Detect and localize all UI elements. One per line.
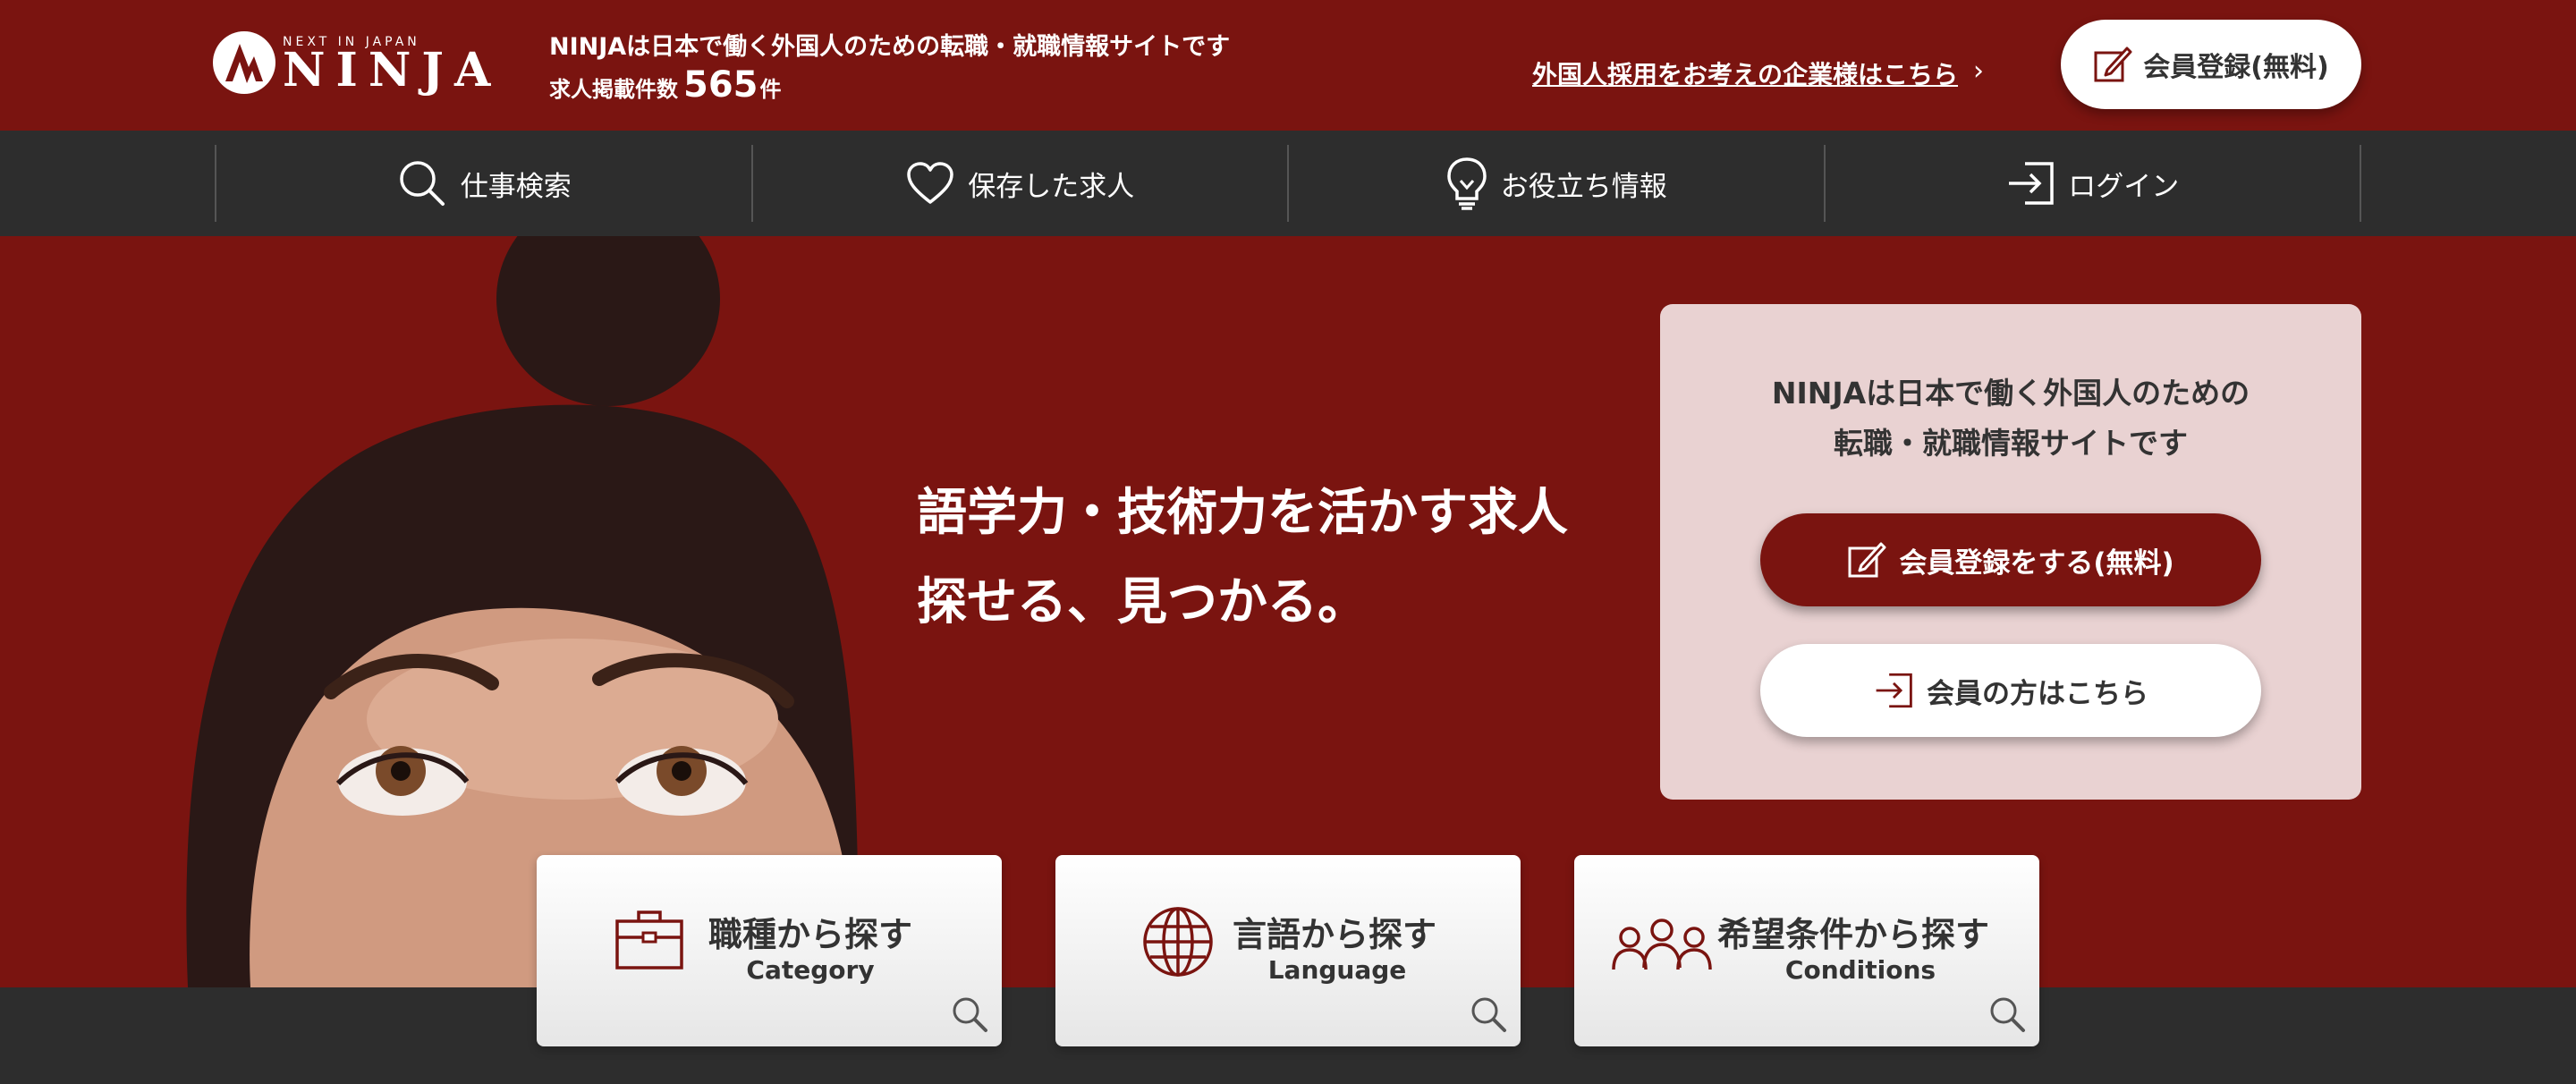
tile-subtitle: Conditions	[1784, 955, 1936, 985]
employer-link[interactable]: 外国人採用をお考えの企業様はこちら	[1532, 55, 1958, 91]
signup-card-text-line2: 転職・就職情報サイトです	[1834, 426, 2188, 461]
search-icon	[400, 161, 445, 206]
signup-button-label: 会員登録をする(無料)	[1899, 546, 2174, 580]
site-header: NEXT IN JAPAN NINJA NINJAは日本で働く外国人のための転職…	[0, 0, 2576, 131]
member-login-button-label: 会員の方はこちら	[1927, 677, 2148, 710]
job-count-unit: 件	[759, 77, 782, 102]
search-icon	[1990, 997, 2025, 1032]
chevron-right-icon: ›	[1973, 55, 1984, 87]
signup-card-text: NINJAは日本で働く外国人のための 転職・就職情報サイトです	[1660, 368, 2361, 469]
logo-mark-icon	[213, 31, 275, 94]
signup-card: NINJAは日本で働く外国人のための 転職・就職情報サイトです 会員登録をする(…	[1660, 304, 2361, 800]
nav-item-label: 仕事検索	[460, 170, 572, 203]
nav-item-saved-jobs[interactable]: 保存した求人	[753, 145, 1289, 222]
member-login-button[interactable]: 会員の方はこちら	[1760, 644, 2261, 737]
lightbulb-icon	[1446, 157, 1487, 210]
signup-card-text-line1: NINJAは日本で働く外国人のための	[1771, 376, 2250, 411]
tile-subtitle: Category	[746, 955, 875, 985]
edit-icon	[2094, 47, 2132, 82]
login-icon	[2009, 162, 2054, 205]
tile-title: 希望条件から探す	[1717, 915, 1990, 954]
register-button[interactable]: 会員登録(無料)	[2061, 20, 2361, 109]
search-tile-conditions[interactable]: 希望条件から探す Conditions	[1574, 855, 2039, 1046]
tile-title: 言語から探す	[1233, 915, 1437, 954]
globe-icon	[1143, 907, 1213, 977]
search-icon	[953, 997, 987, 1032]
tile-title: 職種から探す	[708, 915, 913, 954]
logo-wordmark: NINJA	[283, 43, 502, 97]
search-icon	[1471, 997, 1506, 1032]
ninja-logo[interactable]: NEXT IN JAPAN NINJA	[213, 27, 490, 98]
nav-item-label: ログイン	[2068, 170, 2180, 203]
nav-item-login[interactable]: ログイン	[1826, 145, 2361, 222]
signup-button[interactable]: 会員登録をする(無料)	[1760, 513, 2261, 606]
job-count: 求人掲載件数 565 件	[549, 64, 782, 106]
heart-icon	[907, 162, 953, 204]
search-tile-category[interactable]: 職種から探す Category	[537, 855, 1002, 1046]
edit-icon	[1848, 542, 1886, 578]
people-icon	[1612, 919, 1712, 970]
tile-subtitle: Language	[1267, 955, 1407, 985]
main-nav: 仕事検索 保存した求人 お役立ち情報 ログイン	[0, 131, 2576, 236]
site-tagline: NINJAは日本で働く外国人のための転職・就職情報サイトです	[549, 33, 1231, 61]
hero-headline-line2: 探せる、見つかる。	[917, 573, 1368, 631]
nav-item-label: 保存した求人	[968, 170, 1135, 203]
register-button-label: 会員登録(無料)	[2143, 52, 2329, 83]
nav-item-job-search[interactable]: 仕事検索	[216, 145, 753, 222]
briefcase-icon	[615, 910, 683, 970]
job-count-value: 565	[683, 64, 758, 106]
hero-headline: 語学力・技術力を活かす求人 探せる、見つかる。	[917, 469, 1568, 648]
hero-headline-line1: 語学力・技術力を活かす求人	[917, 484, 1568, 542]
nav-item-label: お役立ち情報	[1500, 170, 1667, 203]
search-tile-language[interactable]: 言語から探す Language	[1055, 855, 1521, 1046]
login-icon	[1876, 673, 1912, 708]
nav-item-useful-info[interactable]: お役立ち情報	[1289, 145, 1826, 222]
job-count-label: 求人掲載件数	[549, 77, 678, 102]
